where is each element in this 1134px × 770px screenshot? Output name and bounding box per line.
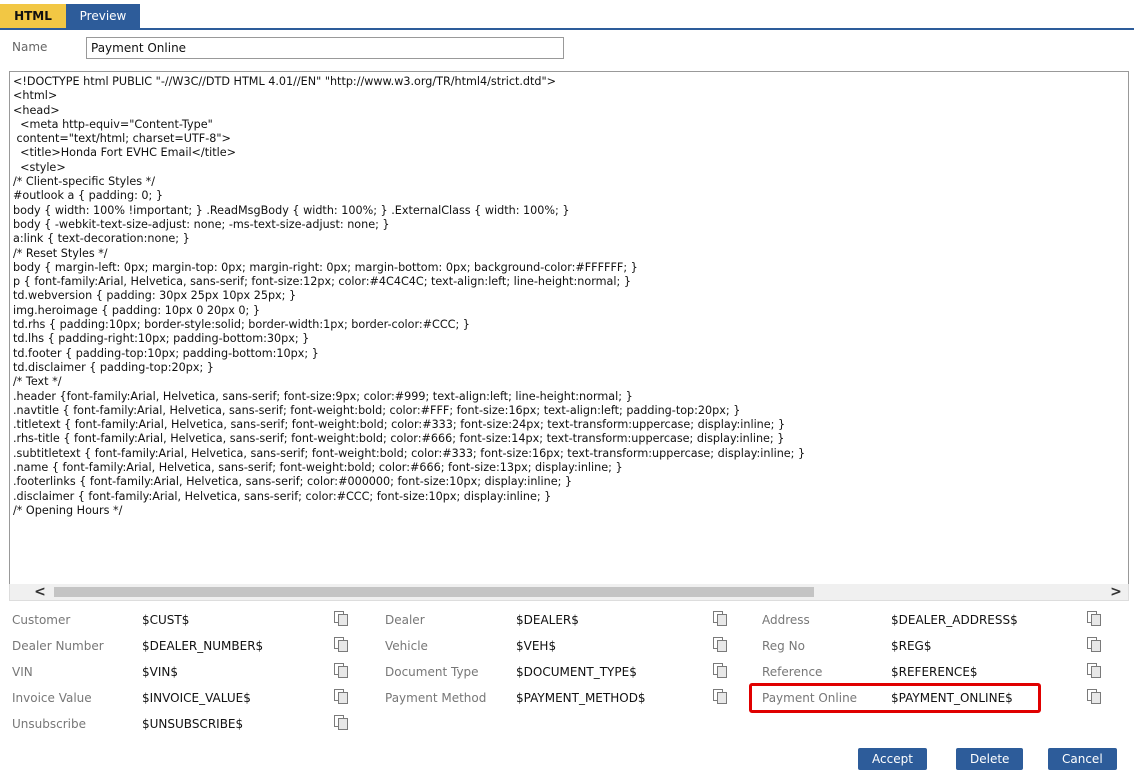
code-line: <head> [13,103,60,117]
copy-icon[interactable] [1087,663,1101,678]
code-line: <style> [13,160,66,174]
code-line: <!DOCTYPE html PUBLIC "-//W3C//DTD HTML … [13,75,557,88]
copy-icon[interactable] [334,715,348,730]
merge-field-value[interactable]: $REG$ [891,639,932,653]
code-line: .navtitle { font-family:Arial, Helvetica… [13,403,741,417]
code-line: <html> [13,89,58,103]
scrollbar-thumb[interactable] [54,587,814,597]
accept-button[interactable]: Accept [858,748,927,770]
code-text[interactable]: <!DOCTYPE html PUBLIC "-//W3C//DTD HTML … [10,72,1128,521]
code-line: td.footer { padding-top:10px; padding-bo… [13,346,319,360]
code-line: .header {font-family:Arial, Helvetica, s… [13,389,633,403]
copy-icon-front [338,718,348,730]
code-line: #outlook a { padding: 0; } [13,189,163,203]
merge-field-label: Unsubscribe [12,717,86,731]
code-line: .subtitletext { font-family:Arial, Helve… [13,446,806,460]
copy-icon-front [1091,614,1101,626]
code-line: td.rhs { padding:10px; border-style:soli… [13,318,470,332]
merge-field: Reference $REFERENCE$ [0,660,1134,682]
code-line: body { width: 100% !important; } .ReadMs… [13,203,570,217]
code-line: .titletext { font-family:Arial, Helvetic… [13,418,786,432]
merge-field-value[interactable]: $DEALER_ADDRESS$ [891,613,1018,627]
code-line: .name { font-family:Arial, Helvetica, sa… [13,461,623,475]
merge-fields-panel: Customer $CUST$ Dealer $DEALER$ Address $DEAL… [0,604,1134,736]
copy-icon[interactable] [1087,637,1101,652]
horizontal-scrollbar[interactable]: < > [9,584,1129,601]
merge-field-label: Reg No [762,639,805,653]
merge-field-label: Address [762,613,810,627]
name-label: Name [12,40,48,54]
copy-icon-front [1091,692,1101,704]
code-line: body { -webkit-text-size-adjust: none; -… [13,217,390,231]
code-line: <title>Honda Fort EVHC Email</title> [13,146,236,160]
code-line: /* Text */ [13,375,62,389]
code-line: .rhs-title { font-family:Arial, Helvetic… [13,432,785,446]
highlight-box [749,683,1041,713]
copy-icon[interactable] [1087,611,1101,626]
scroll-left-icon[interactable]: < [30,584,50,600]
code-line: img.heroimage { padding: 10px 0 20px 0; … [13,303,260,317]
tab-preview[interactable]: Preview [66,4,140,28]
tab-bar: HTML Preview [0,0,1134,30]
name-input[interactable]: Payment Online [86,37,564,59]
delete-button[interactable]: Delete [956,748,1024,770]
tab-html[interactable]: HTML [0,4,66,28]
code-line: <meta http-equiv="Content-Type" [13,117,213,131]
copy-icon-front [1091,640,1101,652]
code-line: td.webversion { padding: 30px 25px 10px … [13,289,297,303]
merge-field: Reg No $REG$ [0,634,1134,656]
scroll-right-icon[interactable]: > [1106,584,1126,600]
merge-field: Address $DEALER_ADDRESS$ [0,608,1134,630]
code-line: td.disclaimer { padding-top:20px; } [13,360,214,374]
code-line: p { font-family:Arial, Helvetica, sans-s… [13,275,631,289]
copy-icon-front [1091,666,1101,678]
merge-field-value[interactable]: $REFERENCE$ [891,665,978,679]
code-line: .footerlinks { font-family:Arial, Helvet… [13,475,573,489]
merge-field: Unsubscribe $UNSUBSCRIBE$ [0,712,1134,734]
code-line: a:link { text-decoration:none; } [13,232,190,246]
code-line: content="text/html; charset=UTF-8"> [13,132,231,146]
merge-field-label: Reference [762,665,823,679]
cancel-button[interactable]: Cancel [1048,748,1117,770]
code-line: /* Client-specific Styles */ [13,175,156,189]
copy-icon[interactable] [1087,689,1101,704]
code-line: body { margin-left: 0px; margin-top: 0px… [13,260,638,274]
html-editor[interactable]: <!DOCTYPE html PUBLIC "-//W3C//DTD HTML … [9,71,1129,585]
merge-field-value[interactable]: $UNSUBSCRIBE$ [142,717,243,731]
code-line: /* Reset Styles */ [13,246,108,260]
code-line: /* Opening Hours */ [13,503,123,517]
code-line: .disclaimer { font-family:Arial, Helveti… [13,489,552,503]
code-line: td.lhs { padding-right:10px; padding-bot… [13,332,310,346]
